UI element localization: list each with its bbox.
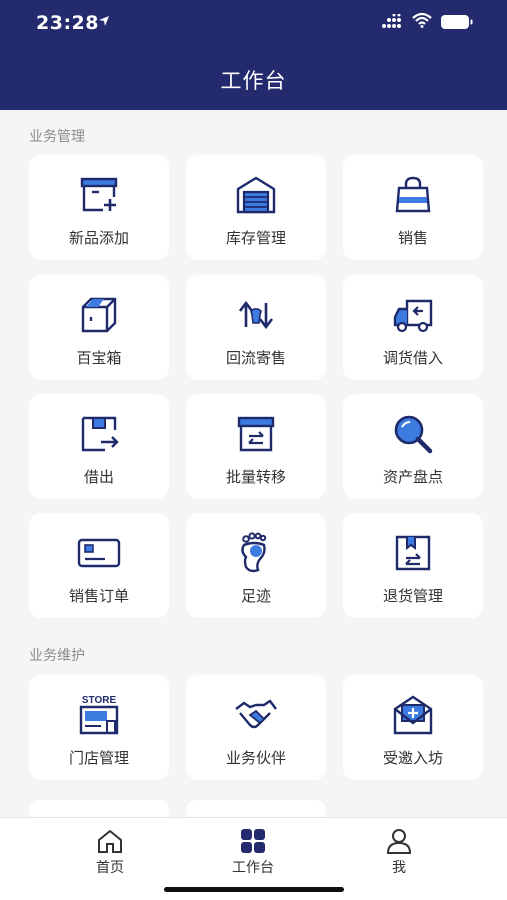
tile-label: 门店管理	[68, 750, 129, 767]
tile-label: 回流寄售	[225, 350, 286, 367]
tile-label: 百宝箱	[76, 350, 122, 367]
home-indicator	[164, 887, 344, 892]
footprint-icon	[241, 532, 267, 573]
tile-label: 业务伙伴	[225, 750, 286, 767]
tile-sales-order[interactable]: 销售订单	[29, 513, 169, 618]
tab-label: 首页	[96, 859, 124, 875]
tile-new-product-add[interactable]: 新品添加	[29, 155, 169, 260]
tab-home[interactable]: 首页	[50, 818, 170, 878]
tile-return-management[interactable]: 退货管理	[343, 513, 483, 618]
tile-label: 资产盘点	[382, 469, 443, 486]
status-time: 23:28	[36, 12, 99, 34]
tile-label: 借出	[83, 469, 114, 486]
tile-label: 库存管理	[225, 230, 286, 247]
status-bar: 23:28	[0, 0, 507, 50]
tile-treasure-box[interactable]: 百宝箱	[29, 275, 169, 380]
home-icon	[98, 829, 122, 853]
section-title-business-management: 业务管理	[29, 128, 85, 144]
grid-icon	[241, 829, 265, 853]
tile-label: 受邀入坊	[382, 750, 443, 767]
tile-asset-inventory[interactable]: 资产盘点	[343, 394, 483, 499]
tile-return-consign[interactable]: 回流寄售	[186, 275, 326, 380]
tile-footprint[interactable]: 足迹	[186, 513, 326, 618]
return-manage-icon	[395, 535, 431, 571]
tile-label: 调货借入	[382, 350, 443, 367]
location-arrow-icon	[99, 16, 109, 26]
tile-sales[interactable]: 销售	[343, 155, 483, 260]
tile-label: 新品添加	[68, 230, 129, 247]
store-sign-text: STORE	[82, 695, 117, 706]
tile-inventory-management[interactable]: 库存管理	[186, 155, 326, 260]
tile-batch-transfer[interactable]: 批量转移	[186, 394, 326, 499]
return-consign-icon	[238, 300, 274, 330]
tile-label: 销售订单	[68, 588, 129, 605]
store-icon: STORE	[79, 695, 119, 735]
tab-workbench[interactable]: 工作台	[193, 818, 313, 878]
magnifier-icon	[394, 415, 433, 454]
tile-invitation[interactable]: 受邀入坊	[343, 675, 483, 780]
card-icon	[77, 538, 121, 568]
handshake-icon	[235, 699, 277, 729]
nav-bar: 工作台	[0, 50, 507, 110]
invitation-icon	[393, 695, 433, 735]
section-title-business-maintenance: 业务维护	[29, 647, 85, 663]
tab-me[interactable]: 我	[339, 818, 459, 878]
tile-store-management[interactable]: STORE 门店管理	[29, 675, 169, 780]
page-title: 工作台	[220, 70, 287, 93]
tab-label: 我	[392, 859, 406, 875]
tab-label: 工作台	[232, 859, 274, 875]
treasure-box-icon	[81, 297, 117, 333]
batch-transfer-icon	[237, 416, 275, 452]
shopping-bag-icon	[395, 176, 431, 213]
tile-label: 退货管理	[382, 588, 443, 605]
tile-label: 足迹	[240, 588, 271, 605]
battery-icon	[441, 15, 473, 29]
tile-label: 销售	[397, 230, 428, 247]
warehouse-icon	[236, 176, 276, 214]
cellular-signal-icon	[382, 14, 401, 28]
delivery-truck-icon	[393, 299, 433, 333]
lend-out-icon	[81, 416, 119, 452]
tile-business-partner[interactable]: 业务伙伴	[186, 675, 326, 780]
tile-transfer-borrow[interactable]: 调货借入	[343, 275, 483, 380]
person-icon	[386, 829, 412, 854]
tile-label: 批量转移	[225, 469, 286, 486]
wifi-icon	[412, 12, 432, 28]
tile-lend-out[interactable]: 借出	[29, 394, 169, 499]
new-product-add-icon	[80, 177, 118, 212]
